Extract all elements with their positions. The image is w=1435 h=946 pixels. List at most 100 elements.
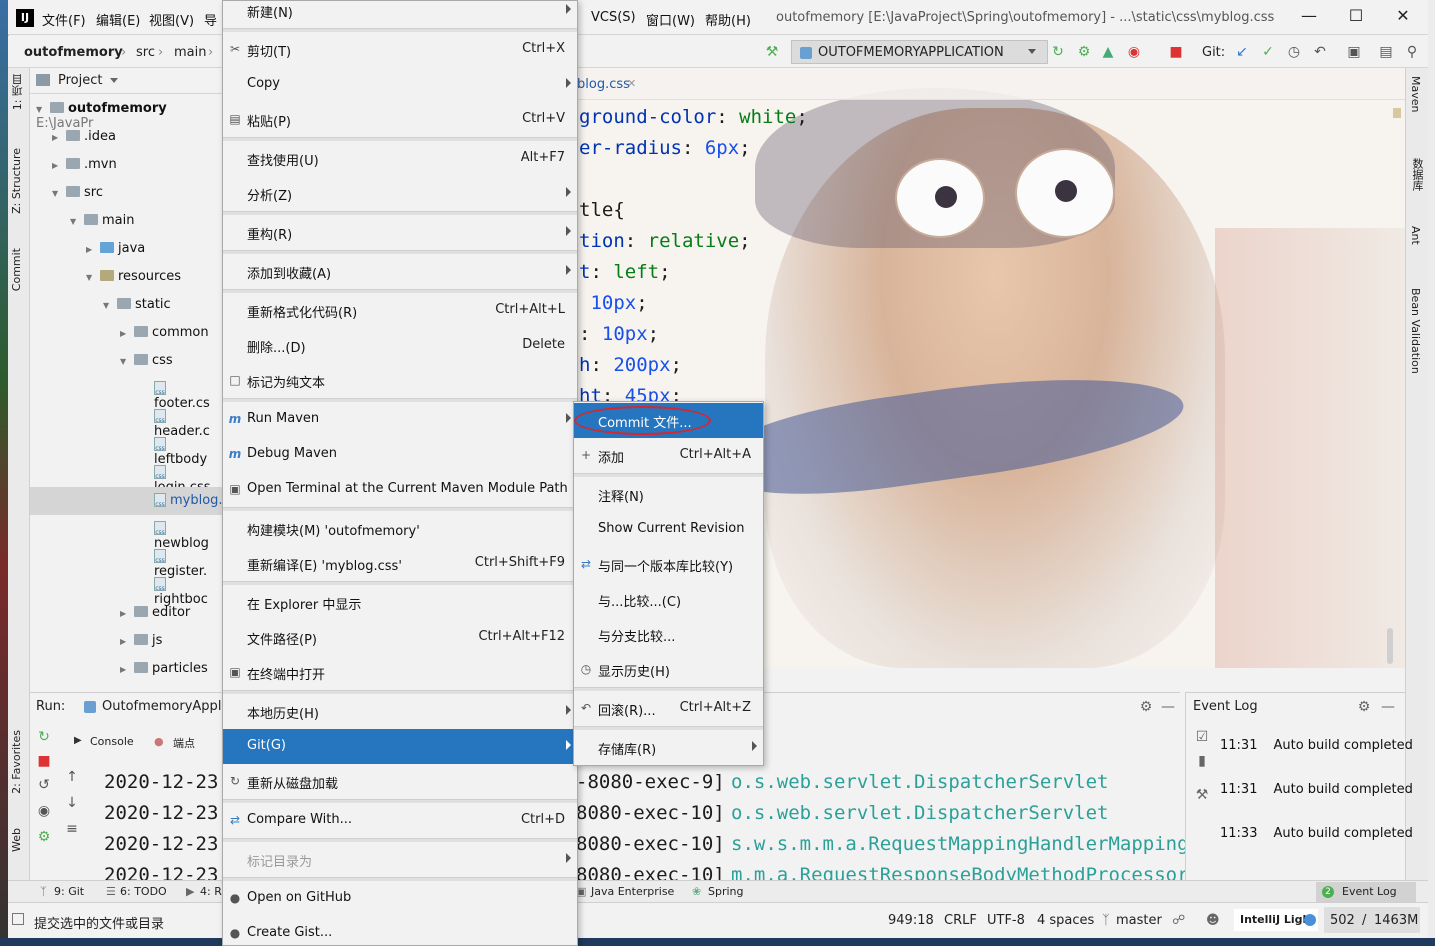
lock-icon[interactable]: ☍ — [1172, 913, 1185, 928]
stop-icon[interactable]: ■ — [1168, 44, 1184, 60]
console-tab[interactable]: Console — [90, 735, 134, 748]
menu-file[interactable]: 文件(F) — [42, 10, 86, 29]
tree-item[interactable]: ▶ common — [30, 319, 223, 347]
menu-item-本地历史[interactable]: 本地历史(H) — [223, 694, 577, 729]
tree-item[interactable]: ▶ .mvn — [30, 151, 223, 179]
menu-item-重构[interactable]: 重构(R) — [223, 215, 577, 250]
theme-indicator[interactable]: IntelliJ Light — [1234, 909, 1318, 931]
scroll-up-icon[interactable]: ↑ — [64, 769, 80, 785]
breadcrumb-main[interactable]: main — [174, 45, 206, 60]
run-config-selector[interactable]: OUTOFMEMORYAPPLICATION — [791, 40, 1048, 64]
menu-item-分析[interactable]: 分析(Z) — [223, 176, 577, 211]
build-hammer-icon[interactable]: ⚒ — [764, 44, 780, 60]
tree-item[interactable]: ▼ src — [30, 179, 223, 207]
tree-item[interactable]: ▶ js — [30, 627, 223, 655]
tool-tab-git[interactable]: 9: Git — [54, 885, 84, 898]
menu-item-添加[interactable]: + 添加 Ctrl+Alt+A — [574, 438, 763, 473]
hide-panel-icon[interactable]: — — [1380, 699, 1396, 715]
tree-item[interactable]: ▼ main — [30, 207, 223, 235]
menu-item-存储库[interactable]: 存储库(R) — [574, 730, 763, 765]
tool-tab-run[interactable]: 4: R — [200, 885, 222, 898]
layout-toggle-icon[interactable] — [12, 913, 24, 925]
indent-setting[interactable]: 4 spaces — [1037, 913, 1094, 928]
tree-item[interactable]: cssnewblog — [30, 515, 223, 551]
menu-item-剪切[interactable]: ✂ 剪切(T) Ctrl+X — [223, 32, 577, 67]
tool-tab-java-enterprise[interactable]: Java Enterprise — [591, 885, 674, 898]
menu-item-显示历史[interactable]: ◷ 显示历史(H) — [574, 652, 763, 687]
tree-item[interactable]: ▼ css — [30, 347, 223, 375]
soft-wrap-icon[interactable]: ≡ — [64, 821, 80, 837]
git-history-icon[interactable]: ◷ — [1286, 44, 1302, 60]
tree-item[interactable]: ▶ java — [30, 235, 223, 263]
coverage-icon[interactable]: ▲ — [1100, 44, 1116, 60]
presentation-icon[interactable]: ▤ — [1378, 44, 1394, 60]
stop-icon[interactable]: ■ — [36, 753, 52, 769]
git-rollback-icon[interactable]: ↶ — [1312, 44, 1328, 60]
menu-item-在终端中打开[interactable]: ▣ 在终端中打开 — [223, 655, 577, 690]
maximize-icon[interactable]: ☐ — [1341, 4, 1371, 28]
line-separator[interactable]: CRLF — [944, 913, 977, 928]
tree-item[interactable]: ▶ editor — [30, 599, 223, 627]
tree-item[interactable]: ▶ .idea — [30, 123, 223, 151]
menu-item-删除[interactable]: 删除...(D) Delete — [223, 328, 577, 363]
inspector-icon[interactable]: ☻ — [1206, 913, 1220, 928]
tree-item[interactable]: cssleftbody — [30, 431, 223, 467]
tab-close-icon[interactable]: ✕ — [627, 77, 636, 90]
tab-web-tool[interactable]: Web — [10, 828, 23, 852]
menu-item-重新从磁盘加载[interactable]: ↻ 重新从磁盘加载 — [223, 764, 577, 799]
trash-icon[interactable]: ▮ — [1194, 753, 1210, 769]
tab-database-tool[interactable]: 数据库 — [1409, 158, 1425, 191]
settings-gear-icon[interactable]: ⚙ — [36, 829, 52, 845]
menu-item-git[interactable]: Git(G) — [223, 729, 577, 764]
tab-maven-tool[interactable]: Maven — [1409, 76, 1422, 112]
caret-position[interactable]: 949:18 — [888, 913, 934, 928]
menu-view[interactable]: 视图(V) — [149, 10, 194, 29]
tree-item[interactable]: ▼ static — [30, 291, 223, 319]
menu-item-标记为纯文本[interactable]: □ 标记为纯文本 — [223, 363, 577, 398]
menu-item-重新编译-myblog-css[interactable]: 重新编译(E) 'myblog.css' Ctrl+Shift+F9 — [223, 546, 577, 581]
menu-item-回滚[interactable]: ↶ 回滚(R)... Ctrl+Alt+Z — [574, 691, 763, 726]
close-icon[interactable]: ✕ — [1388, 4, 1418, 28]
rerun-icon[interactable]: ↻ — [36, 729, 52, 745]
file-encoding[interactable]: UTF-8 — [987, 913, 1025, 928]
menu-edit[interactable]: 编辑(E) — [96, 10, 140, 29]
tree-item[interactable]: csslogin.css — [30, 459, 223, 495]
menu-item-debug-maven[interactable]: m Debug Maven — [223, 437, 577, 472]
tree-item[interactable]: cssrightboc — [30, 571, 223, 607]
tree-item[interactable]: cssregister. — [30, 543, 223, 579]
restart-icon[interactable]: ↺ — [36, 777, 52, 793]
camera-icon[interactable]: ◉ — [36, 803, 52, 819]
tab-project-tool[interactable]: 1: 项目 — [10, 74, 26, 110]
tree-item[interactable]: ▶ particles — [30, 655, 223, 683]
endpoints-tab[interactable]: 端点 — [173, 735, 195, 751]
menu-item-copy[interactable]: Copy — [223, 67, 577, 102]
menu-item-在-explorer-中显示[interactable]: 在 Explorer 中显示 — [223, 585, 577, 620]
wrench-icon[interactable]: ⚒ — [1194, 787, 1210, 803]
menu-item-open-on-github[interactable]: ● Open on GitHub — [223, 881, 577, 916]
menu-vcs[interactable]: VCS(S) — [591, 10, 636, 25]
menu-item-文件路径[interactable]: 文件路径(P) Ctrl+Alt+F12 — [223, 620, 577, 655]
tab-favorites-tool[interactable]: 2: Favorites — [10, 730, 23, 794]
menu-item-新建[interactable]: 新建(N) — [223, 0, 577, 28]
editor-scrollbar[interactable] — [1387, 628, 1393, 664]
minimize-icon[interactable]: — — [1294, 4, 1324, 28]
menu-help[interactable]: 帮助(H) — [705, 10, 751, 29]
menu-item-open-terminal-at-the-current-maven-module-path[interactable]: ▣ Open Terminal at the Current Maven Modu… — [223, 472, 577, 507]
hide-panel-icon[interactable]: — — [1160, 699, 1176, 715]
menu-window[interactable]: 窗口(W) — [646, 10, 695, 29]
menu-item-查找使用[interactable]: 查找使用(U) Alt+F7 — [223, 141, 577, 176]
event-log-tab[interactable]: 2 Event Log — [1316, 882, 1416, 902]
project-structure-icon[interactable]: ▣ — [1346, 44, 1362, 60]
tree-item-root[interactable]: ▼ outofmemory E:\JavaPr — [30, 95, 223, 131]
git-branch[interactable]: master — [1116, 913, 1162, 928]
tree-item[interactable]: cssheader.c — [30, 403, 223, 439]
menu-item-重新格式化代码[interactable]: 重新格式化代码(R) Ctrl+Alt+L — [223, 293, 577, 328]
breadcrumb-project[interactable]: outofmemory — [24, 45, 123, 60]
menu-item-添加到收藏[interactable]: 添加到收藏(A) — [223, 254, 577, 289]
debug-icon[interactable]: ⚙ — [1076, 44, 1092, 60]
menu-item-show-current-revision[interactable]: Show Current Revision — [574, 512, 763, 547]
scroll-down-icon[interactable]: ↓ — [64, 795, 80, 811]
profile-icon[interactable]: ◉ — [1126, 44, 1142, 60]
memory-indicator[interactable]: 502 / 1463M — [1324, 907, 1420, 933]
menu-item-create-gist[interactable]: ● Create Gist... — [223, 916, 577, 946]
